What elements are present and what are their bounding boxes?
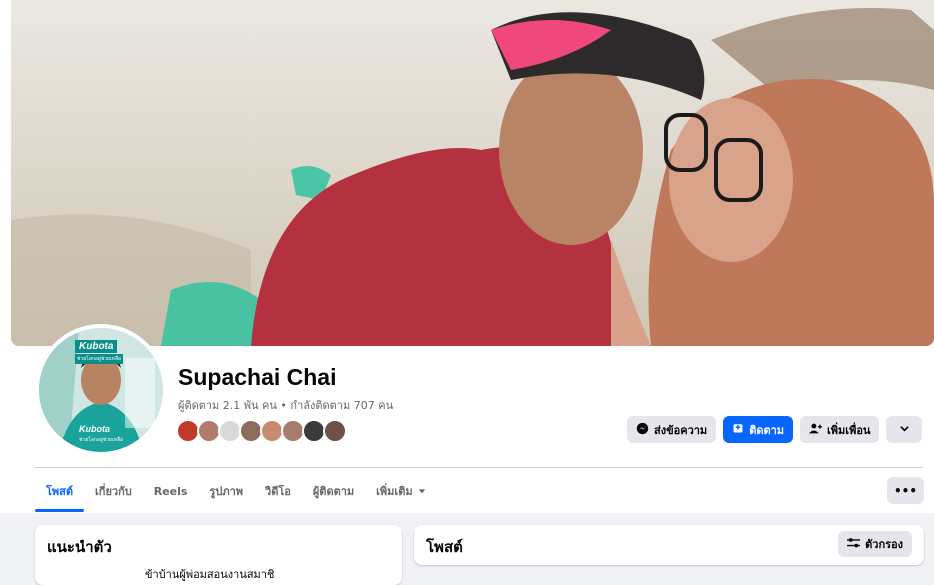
filter-button[interactable]: ตัวกรอง bbox=[838, 531, 912, 557]
tab-followers[interactable]: ผู้ติดตาม bbox=[302, 470, 365, 512]
filter-icon bbox=[847, 537, 861, 552]
tab-label: รูปภาพ bbox=[209, 485, 244, 498]
caret-down-icon bbox=[418, 485, 426, 498]
friend-avatar[interactable] bbox=[323, 419, 347, 443]
cover-photo[interactable] bbox=[11, 0, 934, 346]
follow-button-label: ติดตาม bbox=[749, 423, 785, 437]
cover-photo-image bbox=[11, 0, 934, 346]
follow-button[interactable]: ติดตาม bbox=[723, 416, 794, 443]
profile-picture[interactable]: Kubota ช่วยโลกอยู่ช่วยเหลือ Kubota ช่วยโ… bbox=[35, 324, 167, 456]
chevron-down-icon bbox=[899, 423, 910, 437]
avatar-slogan-2: ช่วยโลกอยู่ช่วยเหลือ bbox=[79, 437, 124, 443]
tab-label: ผู้ติดตาม bbox=[312, 485, 355, 498]
tab-label: เพิ่มเติม bbox=[376, 485, 413, 498]
avatar-brand-label-2: Kubota bbox=[79, 424, 110, 434]
message-button-label: ส่งข้อความ bbox=[654, 423, 708, 437]
posts-card: โพสต์ ตัวกรอง bbox=[414, 525, 924, 565]
tab-label: วิดีโอ bbox=[265, 485, 291, 498]
filter-button-label: ตัวกรอง bbox=[865, 538, 903, 551]
profile-tabs: โพสต์ เกี่ยวกับ Reels รูปภาพ วิดีโอ ผู้ต… bbox=[35, 470, 437, 512]
intro-title: แนะนำตัว bbox=[47, 538, 112, 556]
add-friend-icon bbox=[809, 422, 823, 438]
tab-reels[interactable]: Reels bbox=[143, 470, 199, 512]
tab-more[interactable]: เพิ่มเติม bbox=[365, 470, 436, 512]
intro-bio: ข้าบ้านผู้พ่อมสอนงานสมาชิ bbox=[145, 568, 275, 581]
profile-picture-image: Kubota ช่วยโลกอยู่ช่วยเหลือ Kubota ช่วยโ… bbox=[39, 328, 163, 452]
tab-label: โพสต์ bbox=[46, 485, 74, 498]
tab-label: เกี่ยวกับ bbox=[95, 485, 132, 498]
tab-videos[interactable]: วิดีโอ bbox=[254, 470, 302, 512]
profile-actions: ส่งข้อความ ติดตาม เพิ่มเพื่อน bbox=[627, 416, 923, 443]
tab-posts[interactable]: โพสต์ bbox=[35, 470, 85, 512]
intro-card: แนะนำตัว ข้าบ้านผู้พ่อมสอนงานสมาชิ bbox=[35, 525, 402, 585]
profile-name: Supachai Chai bbox=[178, 364, 337, 390]
follow-icon bbox=[732, 422, 744, 437]
tab-photos[interactable]: รูปภาพ bbox=[198, 470, 254, 512]
avatar-slogan: ช่วยโลกอยู่ช่วยเหลือ bbox=[75, 354, 124, 364]
add-friend-button-label: เพิ่มเพื่อน bbox=[827, 423, 871, 437]
message-button[interactable]: ส่งข้อความ bbox=[627, 416, 717, 443]
posts-title: โพสต์ bbox=[426, 538, 463, 556]
messenger-icon bbox=[636, 422, 649, 438]
header-divider bbox=[35, 467, 923, 468]
profile-header: Kubota ช่วยโลกอยู่ช่วยเหลือ Kubota ช่วยโ… bbox=[0, 0, 934, 513]
tab-label: Reels bbox=[153, 484, 188, 498]
ellipsis-icon: ••• bbox=[893, 483, 917, 498]
more-options-button[interactable] bbox=[886, 416, 923, 443]
friend-avatars bbox=[176, 419, 347, 443]
profile-stats[interactable]: ผู้ติดตาม 2.1 พัน คน • กำลังติดตาม 707 ค… bbox=[178, 396, 393, 414]
add-friend-button[interactable]: เพิ่มเพื่อน bbox=[800, 416, 880, 443]
tab-more-options-button[interactable]: ••• bbox=[887, 477, 924, 504]
tab-about[interactable]: เกี่ยวกับ bbox=[84, 470, 143, 512]
avatar-brand-label: Kubota bbox=[75, 340, 118, 353]
